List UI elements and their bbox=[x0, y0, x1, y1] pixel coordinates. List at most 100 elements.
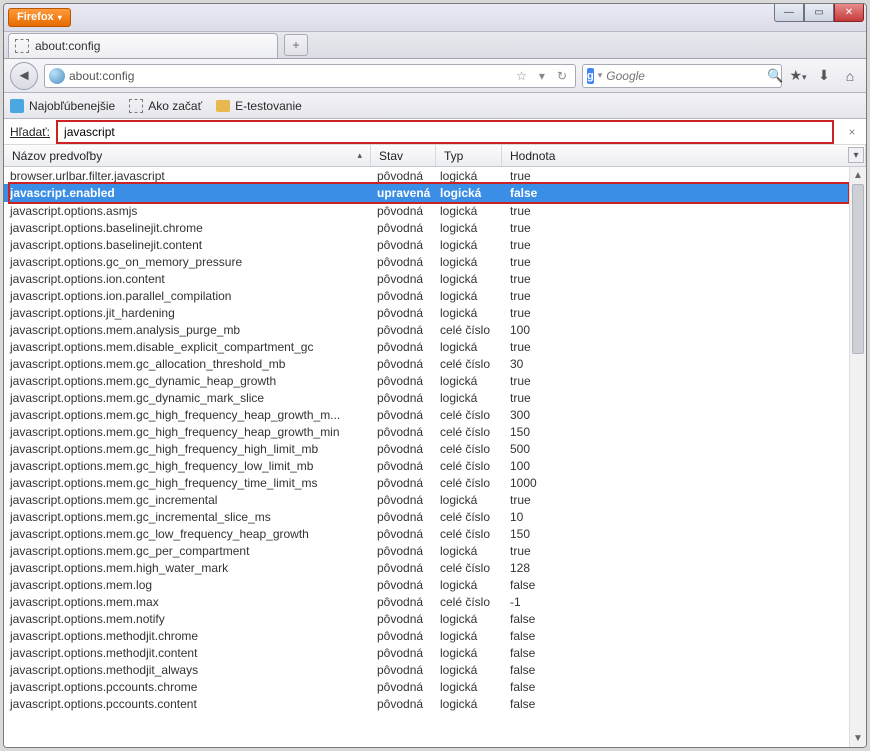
pref-value: 30 bbox=[502, 357, 866, 371]
pref-row[interactable]: javascript.options.baselinejit.contentpô… bbox=[4, 236, 866, 253]
pref-row[interactable]: javascript.options.mem.gc_dynamic_heap_g… bbox=[4, 372, 866, 389]
bookmark-item[interactable]: E-testovanie bbox=[216, 99, 302, 113]
url-bar[interactable]: ☆ ▾ ↻ bbox=[44, 64, 576, 88]
bookmarks-menu-button[interactable]: ★▾ bbox=[788, 67, 808, 84]
back-button[interactable]: ◄ bbox=[10, 62, 38, 90]
search-engine-icon[interactable]: g bbox=[587, 68, 594, 84]
pref-row[interactable]: javascript.options.mem.maxpôvodnácelé čí… bbox=[4, 593, 866, 610]
pref-row[interactable]: javascript.options.ion.contentpôvodnálog… bbox=[4, 270, 866, 287]
pref-row[interactable]: javascript.options.mem.gc_dynamic_mark_s… bbox=[4, 389, 866, 406]
pref-status: pôvodná bbox=[371, 442, 436, 456]
pref-row[interactable]: javascript.options.jit_hardeningpôvodnál… bbox=[4, 304, 866, 321]
pref-name: javascript.options.mem.gc_high_frequency… bbox=[4, 442, 371, 456]
pref-row[interactable]: javascript.options.mem.gc_per_compartmen… bbox=[4, 542, 866, 559]
pref-status: pôvodná bbox=[371, 476, 436, 490]
pref-row[interactable]: browser.urlbar.filter.javascriptpôvodnál… bbox=[4, 167, 866, 184]
pref-value: true bbox=[502, 544, 866, 558]
search-box[interactable]: g ▾ 🔍 bbox=[582, 64, 782, 88]
scroll-thumb[interactable] bbox=[852, 184, 864, 354]
pref-type: logická bbox=[436, 697, 502, 711]
pref-row[interactable]: javascript.options.methodjit.contentpôvo… bbox=[4, 644, 866, 661]
bookmark-item[interactable]: Najobľúbenejšie bbox=[10, 99, 115, 113]
pref-row[interactable]: javascript.options.asmjspôvodnálogickátr… bbox=[4, 202, 866, 219]
pref-row[interactable]: javascript.options.mem.gc_incremental_sl… bbox=[4, 508, 866, 525]
column-headers: Názov predvoľby ▴ Stav Typ Hodnota ▾ bbox=[4, 145, 866, 167]
pref-name: javascript.options.methodjit.chrome bbox=[4, 629, 371, 643]
pref-value: true bbox=[502, 255, 866, 269]
pref-type: logická bbox=[436, 663, 502, 677]
pref-row[interactable]: javascript.options.ion.parallel_compilat… bbox=[4, 287, 866, 304]
pref-row[interactable]: javascript.options.mem.gc_high_frequency… bbox=[4, 440, 866, 457]
config-rows[interactable]: browser.urlbar.filter.javascriptpôvodnál… bbox=[4, 167, 866, 747]
pref-row[interactable]: javascript.options.mem.gc_incrementalpôv… bbox=[4, 491, 866, 508]
new-tab-button[interactable]: + bbox=[284, 34, 308, 56]
tab-about-config[interactable]: about:config bbox=[8, 33, 278, 58]
globe-icon bbox=[49, 68, 65, 84]
pref-row[interactable]: javascript.options.mem.gc_low_frequency_… bbox=[4, 525, 866, 542]
pref-row[interactable]: javascript.options.methodjit.chromepôvod… bbox=[4, 627, 866, 644]
pref-value: -1 bbox=[502, 595, 866, 609]
pref-status: pôvodná bbox=[371, 221, 436, 235]
bookmark-label: Najobľúbenejšie bbox=[29, 99, 115, 113]
pref-row[interactable]: javascript.options.gc_on_memory_pressure… bbox=[4, 253, 866, 270]
column-header-status[interactable]: Stav bbox=[371, 145, 436, 166]
pref-name: javascript.options.ion.content bbox=[4, 272, 371, 286]
pref-row[interactable]: javascript.options.mem.analysis_purge_mb… bbox=[4, 321, 866, 338]
column-header-type[interactable]: Typ bbox=[436, 145, 502, 166]
pref-name: javascript.options.mem.gc_low_frequency_… bbox=[4, 527, 371, 541]
pref-type: logická bbox=[436, 578, 502, 592]
column-header-name[interactable]: Názov predvoľby ▴ bbox=[4, 145, 371, 166]
pref-name: javascript.options.jit_hardening bbox=[4, 306, 371, 320]
pref-name: javascript.options.mem.gc_high_frequency… bbox=[4, 425, 371, 439]
bookmark-star-icon[interactable]: ☆ bbox=[512, 69, 531, 83]
pref-status: pôvodná bbox=[371, 391, 436, 405]
pref-row[interactable]: javascript.options.mem.high_water_markpô… bbox=[4, 559, 866, 576]
close-button[interactable]: ✕ bbox=[834, 4, 864, 22]
pref-name: javascript.options.mem.max bbox=[4, 595, 371, 609]
pref-value: true bbox=[502, 374, 866, 388]
pref-row[interactable]: javascript.options.pccounts.contentpôvod… bbox=[4, 695, 866, 712]
pref-row[interactable]: javascript.options.mem.disable_explicit_… bbox=[4, 338, 866, 355]
search-input[interactable] bbox=[606, 69, 763, 83]
pref-value: true bbox=[502, 289, 866, 303]
clear-search-button[interactable]: × bbox=[844, 124, 860, 140]
vertical-scrollbar[interactable]: ▲ ▼ bbox=[849, 167, 866, 747]
bookmark-item[interactable]: Ako začať bbox=[129, 99, 202, 113]
scroll-track[interactable] bbox=[850, 184, 866, 730]
scroll-down-icon[interactable]: ▼ bbox=[850, 730, 866, 747]
column-header-value[interactable]: Hodnota bbox=[502, 145, 866, 166]
minimize-button[interactable]: — bbox=[774, 4, 804, 22]
pref-value: 1000 bbox=[502, 476, 866, 490]
config-search-label: Hľadať: bbox=[10, 125, 50, 139]
pref-row[interactable]: javascript.options.mem.gc_high_frequency… bbox=[4, 474, 866, 491]
url-dropdown-icon[interactable]: ▾ bbox=[535, 69, 549, 83]
maximize-button[interactable]: ▭ bbox=[804, 4, 834, 22]
pref-type: logická bbox=[436, 221, 502, 235]
downloads-button[interactable]: ⬇ bbox=[814, 67, 834, 84]
pref-value: 100 bbox=[502, 323, 866, 337]
pref-status: pôvodná bbox=[371, 272, 436, 286]
pref-row[interactable]: javascript.options.baselinejit.chromepôv… bbox=[4, 219, 866, 236]
pref-row[interactable]: javascript.options.mem.gc_high_frequency… bbox=[4, 406, 866, 423]
url-input[interactable] bbox=[69, 69, 508, 83]
pref-row[interactable]: javascript.options.mem.gc_high_frequency… bbox=[4, 423, 866, 440]
home-button[interactable]: ⌂ bbox=[840, 68, 860, 84]
pref-status: pôvodná bbox=[371, 612, 436, 626]
pref-row[interactable]: javascript.options.methodjit_alwayspôvod… bbox=[4, 661, 866, 678]
search-go-icon[interactable]: 🔍 bbox=[767, 68, 783, 84]
column-picker-button[interactable]: ▾ bbox=[848, 147, 864, 163]
pref-row[interactable]: javascript.options.mem.logpôvodnálogická… bbox=[4, 576, 866, 593]
pref-row[interactable]: javascript.enabledupravenálogickáfalse bbox=[4, 184, 866, 202]
reload-icon[interactable]: ↻ bbox=[553, 69, 571, 83]
pref-type: celé číslo bbox=[436, 425, 502, 439]
pref-row[interactable]: javascript.options.pccounts.chromepôvodn… bbox=[4, 678, 866, 695]
firefox-menu-button[interactable]: Firefox ▾ bbox=[8, 8, 71, 27]
pref-row[interactable]: javascript.options.mem.gc_high_frequency… bbox=[4, 457, 866, 474]
search-engine-dropdown-icon[interactable]: ▾ bbox=[598, 70, 603, 81]
pref-name: javascript.options.mem.gc_incremental bbox=[4, 493, 371, 507]
scroll-up-icon[interactable]: ▲ bbox=[850, 167, 866, 184]
config-search-input[interactable] bbox=[60, 123, 830, 141]
pref-row[interactable]: javascript.options.mem.gc_allocation_thr… bbox=[4, 355, 866, 372]
home-icon: ⌂ bbox=[846, 68, 854, 84]
pref-row[interactable]: javascript.options.mem.notifypôvodnálogi… bbox=[4, 610, 866, 627]
